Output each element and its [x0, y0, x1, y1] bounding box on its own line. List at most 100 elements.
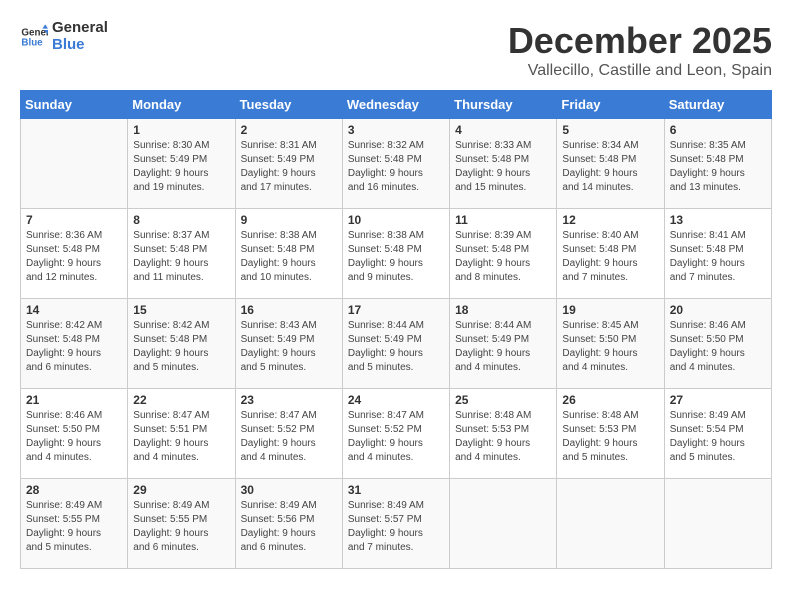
day-info: Sunrise: 8:33 AM Sunset: 5:48 PM Dayligh…: [455, 139, 551, 195]
day-number: 19: [562, 303, 658, 317]
calendar-cell: 7Sunrise: 8:36 AM Sunset: 5:48 PM Daylig…: [21, 209, 128, 299]
day-info: Sunrise: 8:49 AM Sunset: 5:54 PM Dayligh…: [670, 409, 766, 465]
day-info: Sunrise: 8:32 AM Sunset: 5:48 PM Dayligh…: [348, 139, 444, 195]
day-number: 29: [133, 483, 229, 497]
calendar-cell: 20 Sunrise: 8:46 AM Sunset: 5:50 PM Dayli…: [664, 299, 771, 389]
logo-general: General: [52, 19, 108, 36]
day-info: Sunrise: 8:37 AM Sunset: 5:48 PM Dayligh…: [133, 229, 229, 285]
day-info: Sunrise: 8:47 AM Sunset: 5:52 PM Dayligh…: [241, 409, 337, 465]
day-number: 25: [455, 393, 551, 407]
day-number: 5: [562, 123, 658, 137]
day-number: 20: [670, 303, 766, 317]
calendar-cell: 4 Sunrise: 8:33 AM Sunset: 5:48 PM Daylig…: [450, 119, 557, 209]
day-info: Sunrise: 8:43 AM Sunset: 5:49 PM Dayligh…: [241, 319, 337, 375]
header: General Blue General Blue December 2025 …: [20, 20, 772, 80]
day-number: 18: [455, 303, 551, 317]
day-number: 26: [562, 393, 658, 407]
day-info: Sunrise: 8:31 AM Sunset: 5:49 PM Dayligh…: [241, 139, 337, 195]
calendar-table: SundayMondayTuesdayWednesdayThursdayFrid…: [20, 90, 772, 569]
day-number: 24: [348, 393, 444, 407]
day-number: 12: [562, 213, 658, 227]
calendar-cell: 13 Sunrise: 8:41 AM Sunset: 5:48 PM Dayli…: [664, 209, 771, 299]
day-number: 31: [348, 483, 444, 497]
page-title: December 2025: [508, 20, 772, 62]
svg-text:Blue: Blue: [21, 37, 43, 48]
day-info: Sunrise: 8:30 AM Sunset: 5:49 PM Dayligh…: [133, 139, 229, 195]
calendar-cell: 14Sunrise: 8:42 AM Sunset: 5:48 PM Dayli…: [21, 299, 128, 389]
logo: General Blue General Blue: [20, 20, 108, 53]
calendar-week-row: 1 Sunrise: 8:30 AM Sunset: 5:49 PM Daylig…: [21, 119, 772, 209]
calendar-header-tuesday: Tuesday: [235, 91, 342, 119]
day-info: Sunrise: 8:49 AM Sunset: 5:56 PM Dayligh…: [241, 499, 337, 555]
calendar-cell: 5 Sunrise: 8:34 AM Sunset: 5:48 PM Daylig…: [557, 119, 664, 209]
day-number: 11: [455, 213, 551, 227]
day-info: Sunrise: 8:46 AM Sunset: 5:50 PM Dayligh…: [26, 409, 122, 465]
day-info: Sunrise: 8:38 AM Sunset: 5:48 PM Dayligh…: [348, 229, 444, 285]
day-number: 27: [670, 393, 766, 407]
calendar-header-row: SundayMondayTuesdayWednesdayThursdayFrid…: [21, 91, 772, 119]
day-number: 15: [133, 303, 229, 317]
calendar-week-row: 7Sunrise: 8:36 AM Sunset: 5:48 PM Daylig…: [21, 209, 772, 299]
calendar-cell: 28Sunrise: 8:49 AM Sunset: 5:55 PM Dayli…: [21, 479, 128, 569]
calendar-cell: 30 Sunrise: 8:49 AM Sunset: 5:56 PM Dayli…: [235, 479, 342, 569]
calendar-week-row: 28Sunrise: 8:49 AM Sunset: 5:55 PM Dayli…: [21, 479, 772, 569]
day-info: Sunrise: 8:48 AM Sunset: 5:53 PM Dayligh…: [562, 409, 658, 465]
day-number: 22: [133, 393, 229, 407]
day-number: 13: [670, 213, 766, 227]
calendar-cell: 19 Sunrise: 8:45 AM Sunset: 5:50 PM Dayli…: [557, 299, 664, 389]
day-info: Sunrise: 8:48 AM Sunset: 5:53 PM Dayligh…: [455, 409, 551, 465]
day-info: Sunrise: 8:46 AM Sunset: 5:50 PM Dayligh…: [670, 319, 766, 375]
calendar-week-row: 21Sunrise: 8:46 AM Sunset: 5:50 PM Dayli…: [21, 389, 772, 479]
day-info: Sunrise: 8:39 AM Sunset: 5:48 PM Dayligh…: [455, 229, 551, 285]
calendar-cell: 25 Sunrise: 8:48 AM Sunset: 5:53 PM Dayli…: [450, 389, 557, 479]
day-number: 6: [670, 123, 766, 137]
day-number: 4: [455, 123, 551, 137]
title-area: December 2025 Vallecillo, Castille and L…: [508, 20, 772, 80]
page-subtitle: Vallecillo, Castille and Leon, Spain: [508, 62, 772, 80]
day-info: Sunrise: 8:42 AM Sunset: 5:48 PM Dayligh…: [133, 319, 229, 375]
day-info: Sunrise: 8:44 AM Sunset: 5:49 PM Dayligh…: [455, 319, 551, 375]
calendar-header-wednesday: Wednesday: [342, 91, 449, 119]
calendar-header-friday: Friday: [557, 91, 664, 119]
day-info: Sunrise: 8:34 AM Sunset: 5:48 PM Dayligh…: [562, 139, 658, 195]
day-number: 2: [241, 123, 337, 137]
calendar-cell: [21, 119, 128, 209]
calendar-cell: 29 Sunrise: 8:49 AM Sunset: 5:55 PM Dayli…: [128, 479, 235, 569]
calendar-cell: 23 Sunrise: 8:47 AM Sunset: 5:52 PM Dayli…: [235, 389, 342, 479]
day-number: 10: [348, 213, 444, 227]
day-number: 30: [241, 483, 337, 497]
day-number: 3: [348, 123, 444, 137]
calendar-cell: [557, 479, 664, 569]
day-number: 1: [133, 123, 229, 137]
calendar-cell: 17Sunrise: 8:44 AM Sunset: 5:49 PM Dayli…: [342, 299, 449, 389]
calendar-cell: 27 Sunrise: 8:49 AM Sunset: 5:54 PM Dayli…: [664, 389, 771, 479]
day-info: Sunrise: 8:42 AM Sunset: 5:48 PM Dayligh…: [26, 319, 122, 375]
calendar-cell: 22 Sunrise: 8:47 AM Sunset: 5:51 PM Dayli…: [128, 389, 235, 479]
calendar-header-monday: Monday: [128, 91, 235, 119]
calendar-cell: 21Sunrise: 8:46 AM Sunset: 5:50 PM Dayli…: [21, 389, 128, 479]
day-info: Sunrise: 8:35 AM Sunset: 5:48 PM Dayligh…: [670, 139, 766, 195]
day-number: 8: [133, 213, 229, 227]
calendar-cell: 9Sunrise: 8:38 AM Sunset: 5:48 PM Daylig…: [235, 209, 342, 299]
calendar-cell: 2 Sunrise: 8:31 AM Sunset: 5:49 PM Daylig…: [235, 119, 342, 209]
calendar-cell: 16 Sunrise: 8:43 AM Sunset: 5:49 PM Dayli…: [235, 299, 342, 389]
calendar-cell: [664, 479, 771, 569]
calendar-cell: 24Sunrise: 8:47 AM Sunset: 5:52 PM Dayli…: [342, 389, 449, 479]
day-info: Sunrise: 8:36 AM Sunset: 5:48 PM Dayligh…: [26, 229, 122, 285]
day-info: Sunrise: 8:44 AM Sunset: 5:49 PM Dayligh…: [348, 319, 444, 375]
day-number: 16: [241, 303, 337, 317]
logo-blue: Blue: [52, 36, 85, 53]
calendar-cell: 1 Sunrise: 8:30 AM Sunset: 5:49 PM Daylig…: [128, 119, 235, 209]
day-info: Sunrise: 8:47 AM Sunset: 5:51 PM Dayligh…: [133, 409, 229, 465]
calendar-cell: 15 Sunrise: 8:42 AM Sunset: 5:48 PM Dayli…: [128, 299, 235, 389]
day-info: Sunrise: 8:41 AM Sunset: 5:48 PM Dayligh…: [670, 229, 766, 285]
calendar-header-sunday: Sunday: [21, 91, 128, 119]
calendar-cell: 26 Sunrise: 8:48 AM Sunset: 5:53 PM Dayli…: [557, 389, 664, 479]
day-info: Sunrise: 8:45 AM Sunset: 5:50 PM Dayligh…: [562, 319, 658, 375]
day-number: 9: [241, 213, 337, 227]
day-number: 23: [241, 393, 337, 407]
calendar-cell: [450, 479, 557, 569]
calendar-cell: 11 Sunrise: 8:39 AM Sunset: 5:48 PM Dayli…: [450, 209, 557, 299]
logo-icon: General Blue: [20, 23, 48, 51]
day-info: Sunrise: 8:49 AM Sunset: 5:55 PM Dayligh…: [133, 499, 229, 555]
